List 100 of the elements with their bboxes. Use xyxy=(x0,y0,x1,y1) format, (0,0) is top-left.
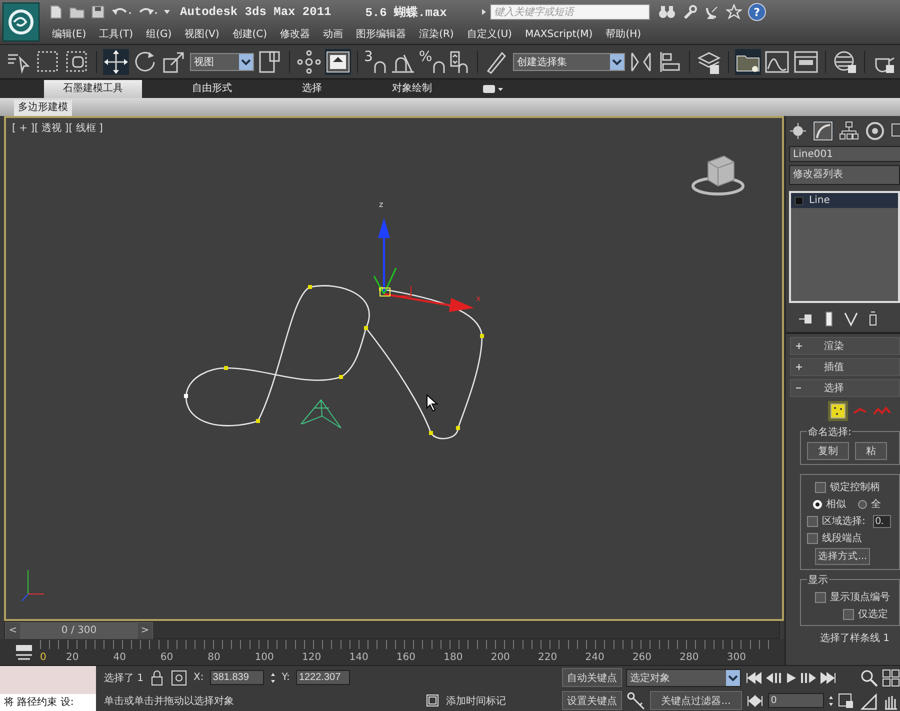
search-field[interactable]: 键入关键字或短语 xyxy=(490,4,650,20)
go-to-end-icon[interactable] xyxy=(819,670,837,684)
remove-modifier-icon[interactable] xyxy=(868,311,878,327)
time-slider-track[interactable]: < 0 / 300 > xyxy=(4,621,780,639)
absolute-mode-icon[interactable] xyxy=(170,668,188,686)
time-tag-icon[interactable] xyxy=(426,694,440,708)
ribbon-tab[interactable]: 自由形式 xyxy=(162,80,262,98)
select-by-button[interactable]: 选择方式... xyxy=(815,548,870,565)
menu-item[interactable]: 编辑(E) xyxy=(52,27,86,41)
menu-item[interactable]: 渲染(R) xyxy=(419,27,454,41)
viewcube-drawing[interactable] xyxy=(692,155,744,196)
checkbox[interactable] xyxy=(807,532,818,544)
ribbon-tab[interactable]: 选择 xyxy=(262,80,362,98)
x-coordinate-field[interactable]: 381.839 xyxy=(210,670,264,685)
new-file-icon[interactable] xyxy=(48,4,64,20)
sun-icon[interactable] xyxy=(789,122,807,140)
viewport[interactable]: [ + ][ 透视 ][ 线框 ] z x xyxy=(4,116,784,621)
modifier-stack[interactable]: Line xyxy=(789,191,900,303)
key-mode-toggle-icon[interactable] xyxy=(746,694,764,708)
object-name-field[interactable]: Line001 xyxy=(789,146,900,162)
time-config-icon[interactable] xyxy=(838,692,854,708)
key-icon[interactable] xyxy=(626,690,646,710)
rollout-header[interactable]: 渲染 xyxy=(790,337,900,355)
viewport-label[interactable]: [ + ][ 透视 ][ 线框 ] xyxy=(12,121,103,135)
area-threshold-field[interactable]: 0. xyxy=(873,514,892,528)
checkbox[interactable] xyxy=(807,516,818,526)
next-frame-button[interactable]: > xyxy=(138,623,152,639)
spinner-icon[interactable] xyxy=(270,670,276,684)
help-button[interactable]: ? xyxy=(748,3,766,21)
wrench-icon[interactable] xyxy=(682,4,698,20)
ribbon-tab[interactable]: 石墨建模工具 xyxy=(44,80,142,98)
menu-item[interactable]: 图形编辑器 xyxy=(356,27,406,41)
vertex-level-icon[interactable] xyxy=(828,401,848,421)
binoculars-icon[interactable] xyxy=(658,4,676,20)
ribbon-subtab[interactable]: 多边形建模 xyxy=(14,100,72,116)
motion-disc-icon[interactable] xyxy=(865,121,885,141)
satellite-dish-icon[interactable] xyxy=(704,4,720,20)
modifier-list-dropdown[interactable]: 修改器列表 xyxy=(789,165,900,185)
ribbon-tab[interactable]: 对象绘制 xyxy=(362,80,462,98)
menu-item[interactable]: 视图(V) xyxy=(184,27,220,41)
checkbox[interactable] xyxy=(843,608,854,620)
funnel-icon[interactable] xyxy=(844,311,858,327)
star-icon[interactable] xyxy=(726,4,742,20)
folder-search-icon[interactable] xyxy=(735,48,762,74)
menu-item[interactable]: 帮助(H) xyxy=(606,27,642,41)
next-key-icon[interactable] xyxy=(800,670,818,684)
menu-item[interactable]: 组(G) xyxy=(146,27,172,41)
selection-set-dropdown[interactable]: 创建选择集 xyxy=(513,52,626,70)
key-filters-button[interactable]: 关键点过滤器... xyxy=(650,691,742,710)
go-to-start-icon[interactable] xyxy=(745,670,763,684)
save-icon[interactable] xyxy=(90,4,106,20)
lock-icon[interactable] xyxy=(150,670,164,686)
zoom-icon[interactable] xyxy=(860,669,878,687)
auto-key-button[interactable]: 自动关键点 xyxy=(562,668,622,687)
rollout-header[interactable]: 插值 xyxy=(790,358,900,376)
menu-item[interactable]: 创建(C) xyxy=(232,27,268,41)
zoom-all-icon[interactable] xyxy=(882,669,900,687)
move-icon[interactable] xyxy=(103,48,129,74)
link-nodes-icon[interactable] xyxy=(296,48,322,74)
schematic-view-icon[interactable] xyxy=(793,48,820,74)
set-key-button[interactable]: 设置关键点 xyxy=(562,691,622,710)
y-coordinate-field[interactable]: 1222.307 xyxy=(296,670,350,685)
pivot-icon[interactable] xyxy=(257,48,283,74)
hierarchy-icon[interactable] xyxy=(839,121,859,141)
spline-curve[interactable] xyxy=(184,285,484,440)
material-sphere-icon[interactable] xyxy=(832,48,858,74)
frame-tick-label: 300 xyxy=(726,651,747,664)
window-upload-icon[interactable] xyxy=(325,48,351,74)
key-mode-dropdown[interactable]: 选定对象 xyxy=(626,668,741,686)
bend-curve-icon[interactable] xyxy=(813,121,833,141)
menu-item[interactable]: 自定义(U) xyxy=(466,27,512,41)
transform-gizmo-drawing[interactable] xyxy=(373,218,474,312)
add-time-tag-button[interactable]: 添加时间标记 xyxy=(446,694,506,708)
checkbox[interactable] xyxy=(815,592,826,602)
radio-button[interactable] xyxy=(858,500,867,508)
panel-button[interactable]: 复制 xyxy=(807,442,849,460)
spinner-icon[interactable] xyxy=(828,694,834,708)
rollout-header[interactable]: 选择 xyxy=(790,379,900,397)
menu-item[interactable]: 工具(T) xyxy=(99,27,134,41)
end-result-icon[interactable] xyxy=(824,311,834,327)
fence-selection-icon[interactable] xyxy=(64,48,90,74)
field-of-view-icon[interactable] xyxy=(860,692,878,710)
modifier-stack-item[interactable]: Line xyxy=(791,193,898,208)
menu-item[interactable]: MAXScript(M) xyxy=(524,28,593,40)
curve-editor-icon[interactable] xyxy=(764,48,790,74)
previous-frame-button[interactable]: < xyxy=(6,623,20,639)
curve-editor-toggle-icon[interactable] xyxy=(14,643,34,661)
menu-item[interactable]: 动画 xyxy=(323,27,344,41)
panel-toggle-icon[interactable] xyxy=(482,83,504,95)
pin-icon[interactable] xyxy=(798,312,814,326)
frame-field[interactable]: 0 xyxy=(768,693,824,708)
app-logo-icon[interactable] xyxy=(2,2,40,42)
previous-key-icon[interactable] xyxy=(764,670,782,684)
listener-text[interactable]: 将 路径约束 设: xyxy=(0,694,96,711)
checkbox[interactable] xyxy=(815,482,826,492)
time-slider-thumb[interactable]: < 0 / 300 > xyxy=(5,622,153,640)
menu-item[interactable]: 修改器 xyxy=(280,27,310,41)
rectangle-selection-icon[interactable] xyxy=(35,48,61,74)
panel-button[interactable]: 粘 xyxy=(855,442,887,460)
reference-dropdown[interactable]: 视图 xyxy=(190,52,254,70)
